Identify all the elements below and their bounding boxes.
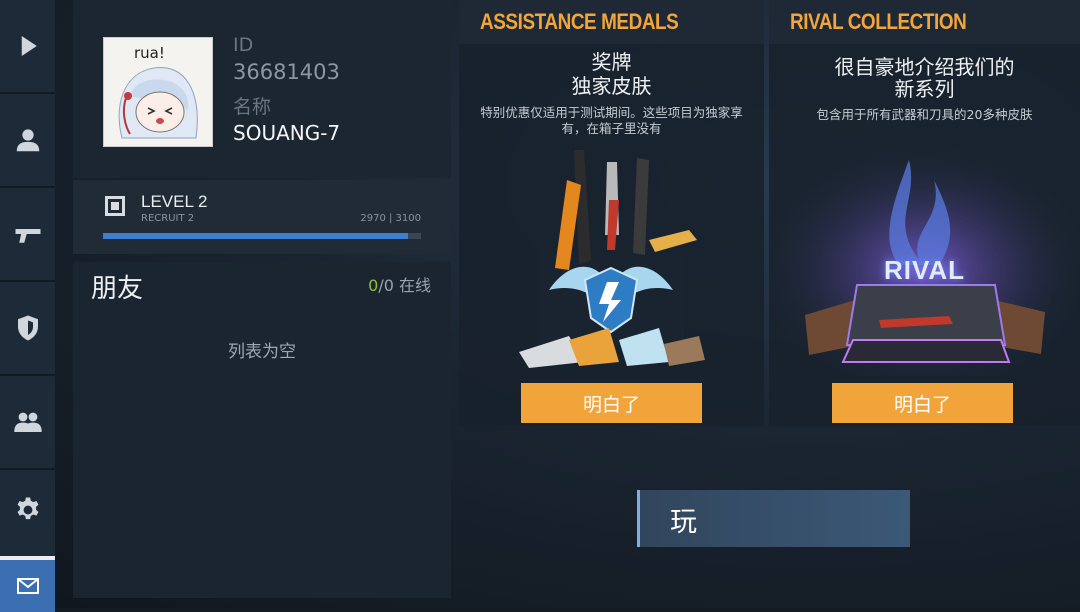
sidebar-nav xyxy=(0,0,55,612)
pistol-icon xyxy=(15,229,40,243)
rank-name: RECRUIT 2 xyxy=(141,213,195,224)
rival-collection-card: RIVAL COLLECTION 很自豪地介绍我们的 新系列 包含用于所有武器和… xyxy=(769,0,1080,426)
rank-icon xyxy=(105,196,125,216)
card-title: 奖牌 独家皮肤 xyxy=(459,50,764,98)
sidebar-item-weapons[interactable] xyxy=(0,188,55,282)
profile-icon xyxy=(16,129,39,152)
sidebar-item-team[interactable] xyxy=(0,376,55,470)
card-header-title: ASSISTANCE MEDALS xyxy=(480,9,679,34)
card-header: ASSISTANCE MEDALS xyxy=(459,0,764,44)
profile-panel: rua! ID 36681403 名称 SOUANG-7 xyxy=(73,0,451,178)
rival-logo-text: RIVAL xyxy=(883,255,966,285)
player-name: SOUANG-7 xyxy=(233,121,341,145)
name-label: 名称 xyxy=(233,96,272,118)
friends-empty-message: 列表为空 xyxy=(228,342,296,362)
card-title-line2: 新系列 xyxy=(894,77,955,101)
got-it-button[interactable]: 明白了 xyxy=(521,383,702,423)
friends-panel: 朋友 0/0 在线 列表为空 xyxy=(73,262,451,598)
xp-progress-bar xyxy=(103,233,421,239)
gear-icon xyxy=(17,497,38,520)
card-title-line1: 很自豪地介绍我们的 xyxy=(834,55,1015,79)
level-title: LEVEL 2 xyxy=(141,192,208,211)
mail-icon xyxy=(16,578,39,594)
got-it-button[interactable]: 明白了 xyxy=(832,383,1013,423)
medals-artwork xyxy=(519,150,705,368)
sidebar-item-profile[interactable] xyxy=(0,94,55,188)
card-header-title: RIVAL COLLECTION xyxy=(790,9,967,34)
play-button-label: 玩 xyxy=(670,507,697,538)
card-title-line2: 独家皮肤 xyxy=(571,74,652,98)
card-title-line1: 奖牌 xyxy=(591,50,632,74)
sidebar-item-play[interactable] xyxy=(0,0,55,94)
avatar-caption: rua! xyxy=(134,44,165,62)
avatar[interactable]: rua! xyxy=(103,37,213,147)
xp-counter: 2970 | 3100 xyxy=(360,213,421,224)
friends-title: 朋友 xyxy=(91,274,144,304)
shield-icon xyxy=(17,315,38,341)
online-count: 0 xyxy=(368,276,379,295)
level-panel: LEVEL 2 RECRUIT 2 2970 | 3100 xyxy=(73,180,451,254)
card-description: 包含用于所有武器和刀具的20多种皮肤 xyxy=(816,107,1033,122)
xp-progress-fill xyxy=(103,233,408,239)
sidebar-item-mail[interactable] xyxy=(0,556,55,612)
player-id: 36681403 xyxy=(233,60,340,84)
card-description: 特别优惠仅适用于测试期间。这些项目为独家享有，在箱子里没有 xyxy=(480,105,743,136)
assistance-medals-card: ASSISTANCE MEDALS 奖牌 独家皮肤 特别优惠仅适用于测试期间。这… xyxy=(459,0,764,426)
friends-online-count: 0/0 在线 xyxy=(368,272,431,296)
sidebar-item-clan[interactable] xyxy=(0,282,55,376)
play-icon xyxy=(21,36,37,56)
id-label: ID xyxy=(233,34,254,56)
sidebar-item-settings[interactable] xyxy=(0,464,55,558)
card-header: RIVAL COLLECTION xyxy=(769,0,1080,44)
online-total: /0 在线 xyxy=(378,276,431,295)
card-title: 很自豪地介绍我们的 新系列 xyxy=(769,56,1080,100)
play-button[interactable]: 玩 xyxy=(637,490,910,547)
team-icon xyxy=(13,412,42,432)
